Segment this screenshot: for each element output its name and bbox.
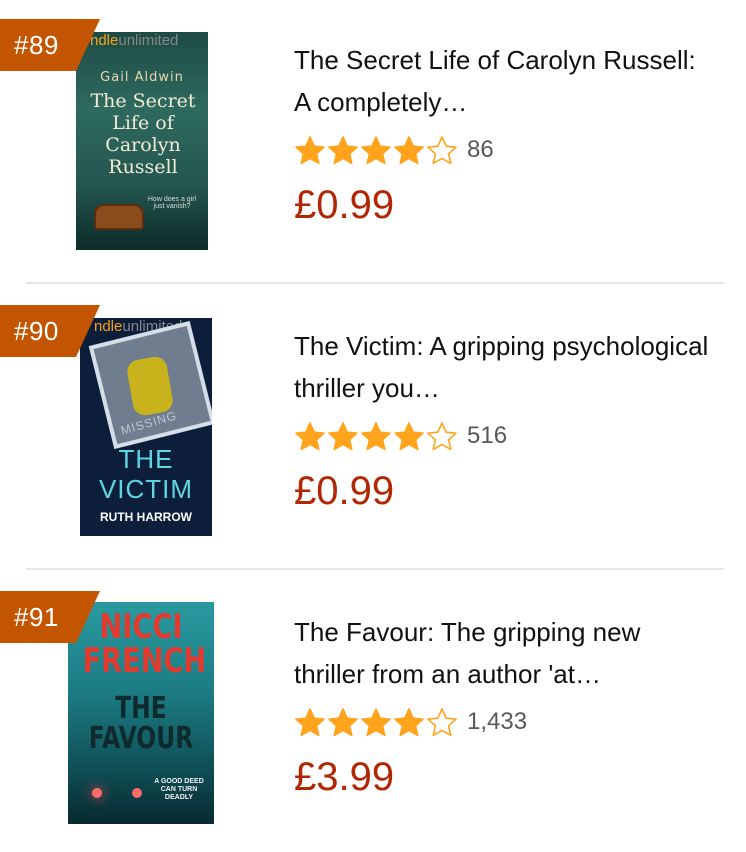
cover-tagline: A GOOD DEED CAN TURN DEADLY xyxy=(154,778,204,801)
bag-illustration xyxy=(94,204,144,230)
stars xyxy=(294,707,459,737)
book-title-link[interactable]: The Favour: The gripping new thriller fr… xyxy=(294,611,714,695)
rank-label: #91 xyxy=(14,602,59,632)
stars xyxy=(294,421,459,451)
star-rating[interactable]: 86 xyxy=(294,135,494,165)
star-filled-icon xyxy=(360,421,392,451)
star-filled-icon xyxy=(360,135,392,165)
star-filled-icon xyxy=(327,707,359,737)
price: £3.99 xyxy=(294,755,395,799)
star-filled-icon xyxy=(327,421,359,451)
star-filled-icon xyxy=(360,707,392,737)
star-filled-icon xyxy=(393,135,425,165)
cover-tagline: How does a girl just vanish? xyxy=(147,196,197,210)
rank-label: #89 xyxy=(14,30,59,60)
star-outline-icon xyxy=(426,421,458,451)
star-outline-icon xyxy=(426,135,458,165)
rank-label: #90 xyxy=(14,316,59,346)
book-cover[interactable]: NICCI FRENCH THE FAVOUR A GOOD DEED CAN … xyxy=(68,602,214,824)
cover-title: The Secret Life of Carolyn Russell xyxy=(90,90,196,178)
review-count[interactable]: 1,433 xyxy=(467,708,527,736)
star-filled-icon xyxy=(294,135,326,165)
star-filled-icon xyxy=(294,421,326,451)
book-title-link[interactable]: The Victim: A gripping psychological thr… xyxy=(294,325,714,409)
cover-author: RUTH HARROW xyxy=(100,510,192,524)
cover-author: Gail Aldwin xyxy=(100,70,184,85)
book-title-link[interactable]: The Secret Life of Carolyn Russell: A co… xyxy=(294,39,714,123)
star-rating[interactable]: 1,433 xyxy=(294,707,527,737)
kindle-unlimited-logo: ndleunlimited xyxy=(90,32,179,49)
cover-author: NICCI FRENCH xyxy=(82,607,207,681)
star-outline-icon xyxy=(426,707,458,737)
review-count[interactable]: 86 xyxy=(467,136,494,164)
price: £0.99 xyxy=(294,469,395,513)
star-filled-icon xyxy=(327,135,359,165)
cover-title: THE VICTIM xyxy=(98,444,194,504)
car-lights-illustration xyxy=(92,788,102,798)
cover-title: THE FAVOUR xyxy=(88,691,194,756)
price: £0.99 xyxy=(294,183,395,227)
star-rating[interactable]: 516 xyxy=(294,421,507,451)
book-cover[interactable]: ndleunlimited MISSING THE VICTIM RUTH HA… xyxy=(80,318,212,536)
book-cover[interactable]: ndleunlimited Gail Aldwin The Secret Lif… xyxy=(76,32,208,250)
star-filled-icon xyxy=(393,421,425,451)
star-filled-icon xyxy=(393,707,425,737)
divider xyxy=(26,568,724,570)
stars xyxy=(294,135,459,165)
divider xyxy=(26,282,724,284)
review-count[interactable]: 516 xyxy=(467,422,507,450)
star-filled-icon xyxy=(294,707,326,737)
list-item[interactable]: #89 ndleunlimited Gail Aldwin The Secret… xyxy=(0,0,746,280)
